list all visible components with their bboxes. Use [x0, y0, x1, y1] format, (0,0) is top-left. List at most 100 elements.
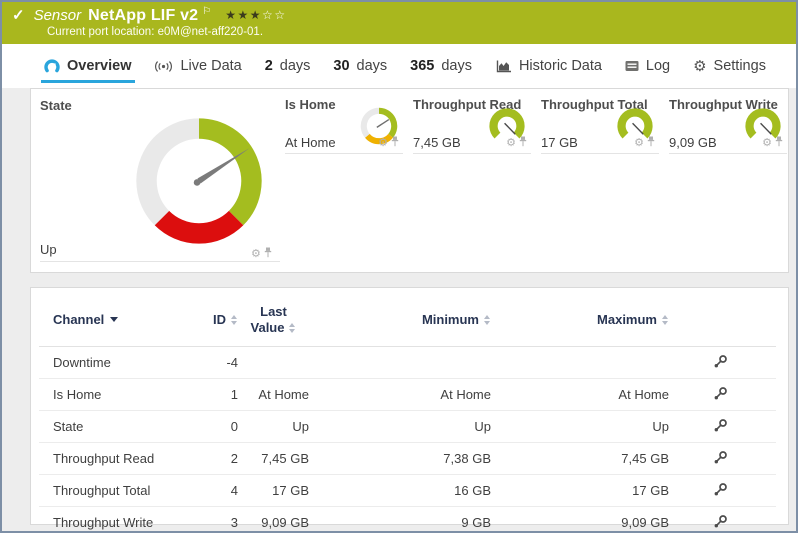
star-empty-icon[interactable]: ☆: [262, 8, 274, 22]
divider: [40, 261, 280, 262]
channel-table-body: Downtime -4 Is Home: [39, 346, 776, 533]
sort-icon: [231, 315, 238, 325]
log-list-icon: [625, 60, 639, 72]
channel-name-cell: Throughput Write: [39, 506, 189, 533]
tab-365-days[interactable]: 365 days: [410, 49, 472, 83]
divider: [669, 153, 787, 154]
overview-panel: State Up ⚙ Is Home: [30, 88, 789, 273]
table-row: Downtime -4: [39, 346, 776, 378]
tab-historic-data[interactable]: Historic Data: [495, 49, 602, 83]
edit-channel-wrench-icon[interactable]: [713, 386, 728, 404]
maximum-cell: 17 GB: [491, 474, 669, 506]
tab-log[interactable]: Log: [625, 49, 670, 83]
minimum-cell: 16 GB: [309, 474, 491, 506]
table-row: Throughput Write 3 9,09 GB 9 GB 9,09 GB: [39, 506, 776, 533]
divider: [285, 153, 403, 154]
sort-desc-icon: [110, 317, 118, 322]
tab-overview[interactable]: Overview: [44, 49, 132, 83]
tab-live-data[interactable]: Live Data: [154, 49, 241, 83]
last-value-cell: At Home: [238, 378, 309, 410]
edit-channel-wrench-icon[interactable]: [713, 418, 728, 436]
star-filled-icon[interactable]: ★: [250, 8, 262, 22]
channel-name-cell: Throughput Total: [39, 474, 189, 506]
priority-flag-icon[interactable]: ⚐: [202, 6, 211, 17]
sensor-title: NetApp LIF v2: [88, 7, 198, 25]
state-gauge[interactable]: [131, 113, 267, 249]
sort-icon: [484, 315, 491, 325]
table-row: Is Home 1 At Home At Home At Home: [39, 378, 776, 410]
tab-2-days[interactable]: 2 days: [265, 49, 311, 83]
edit-channel-wrench-icon[interactable]: [713, 482, 728, 500]
minimum-cell: [309, 346, 491, 378]
last-value-cell: [238, 346, 309, 378]
divider: [541, 153, 659, 154]
channel-gear-icon[interactable]: ⚙: [634, 138, 644, 149]
column-header-minimum[interactable]: Minimum: [309, 288, 491, 346]
gauge-panel-throughput-write[interactable]: Throughput Write 9,09 GB ⚙: [669, 97, 787, 153]
channel-id-cell: 4: [189, 474, 238, 506]
gauge-panel-throughput-read[interactable]: Throughput Read 7,45 GB ⚙: [413, 97, 531, 153]
channel-id-cell: 0: [189, 410, 238, 442]
sensor-subtitle: Current port location: e0M@net-aff220-01…: [47, 26, 263, 38]
maximum-cell: [491, 346, 669, 378]
tab-settings[interactable]: ⚙ Settings: [693, 49, 766, 83]
status-check-icon: ✓: [12, 6, 25, 24]
rating-stars: ★★★☆☆: [225, 8, 286, 22]
last-value-cell: 17 GB: [238, 474, 309, 506]
column-header-channel[interactable]: Channel: [39, 288, 189, 346]
star-filled-icon[interactable]: ★: [238, 8, 250, 22]
gauge-panel-throughput-total[interactable]: Throughput Total 17 GB ⚙: [541, 97, 659, 153]
last-value-cell: 9,09 GB: [238, 506, 309, 533]
broadcast-icon: [154, 60, 173, 73]
state-gauge-label: State: [40, 98, 72, 113]
sensor-type-label: Sensor: [34, 7, 82, 24]
maximum-cell: At Home: [491, 378, 669, 410]
sort-icon: [289, 323, 296, 333]
channel-name-cell: Throughput Read: [39, 442, 189, 474]
channel-gear-icon[interactable]: ⚙: [762, 138, 772, 149]
last-value-cell: Up: [238, 410, 309, 442]
table-row: Throughput Read 2 7,45 GB 7,38 GB 7,45 G…: [39, 442, 776, 474]
state-gauge-value: Up: [40, 242, 57, 257]
prtg-sensor-window: ✓ Sensor NetApp LIF v2 ⚐ ★★★☆☆ Current p…: [0, 0, 798, 533]
maximum-cell: Up: [491, 410, 669, 442]
pin-icon[interactable]: [519, 134, 527, 152]
gauge-icon: [44, 59, 60, 73]
edit-channel-wrench-icon[interactable]: [713, 514, 728, 532]
channel-name-cell: Is Home: [39, 378, 189, 410]
channel-gear-icon[interactable]: ⚙: [378, 138, 388, 149]
minimum-cell: 7,38 GB: [309, 442, 491, 474]
column-header-last-value[interactable]: Last Value: [238, 288, 309, 346]
channel-id-cell: 3: [189, 506, 238, 533]
column-header-maximum[interactable]: Maximum: [491, 288, 669, 346]
tab-30-days[interactable]: 30 days: [333, 49, 387, 83]
table-row: State 0 Up Up Up: [39, 410, 776, 442]
channel-table: Channel ID Last Value Minimum Maximum: [39, 288, 776, 533]
edit-channel-wrench-icon[interactable]: [713, 354, 728, 372]
minimum-cell: Up: [309, 410, 491, 442]
channel-id-cell: -4: [189, 346, 238, 378]
sort-icon: [662, 315, 669, 325]
pin-icon[interactable]: [264, 245, 272, 263]
gauge-panel-is-home[interactable]: Is Home At Home ⚙: [285, 97, 403, 153]
gauge-value: 17 GB: [541, 135, 578, 150]
channel-table-panel: Channel ID Last Value Minimum Maximum: [30, 287, 789, 525]
column-header-id[interactable]: ID: [189, 288, 238, 346]
channel-gear-icon[interactable]: ⚙: [506, 138, 516, 149]
minimum-cell: 9 GB: [309, 506, 491, 533]
channel-name-cell: Downtime: [39, 346, 189, 378]
star-empty-icon[interactable]: ☆: [274, 8, 286, 22]
channel-name-cell: State: [39, 410, 189, 442]
channel-gear-icon[interactable]: ⚙: [251, 249, 261, 260]
gauge-value: 7,45 GB: [413, 135, 461, 150]
pin-icon[interactable]: [775, 134, 783, 152]
gauge-label: Is Home: [285, 97, 336, 112]
area-chart-icon: [495, 60, 512, 73]
star-filled-icon[interactable]: ★: [225, 8, 237, 22]
pin-icon[interactable]: [647, 134, 655, 152]
edit-channel-wrench-icon[interactable]: [713, 450, 728, 468]
pin-icon[interactable]: [391, 134, 399, 152]
maximum-cell: 7,45 GB: [491, 442, 669, 474]
channel-id-cell: 1: [189, 378, 238, 410]
gauge-value: At Home: [285, 135, 336, 150]
